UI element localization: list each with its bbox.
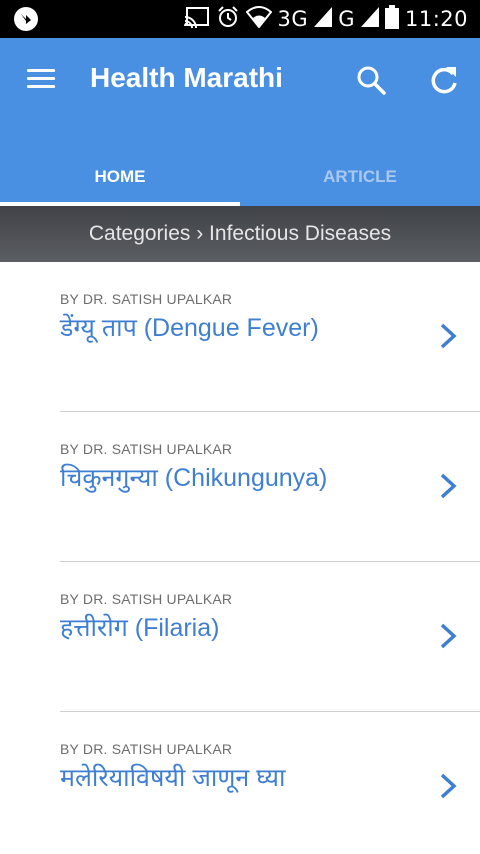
chevron-right-icon — [440, 323, 457, 349]
chevron-right-icon — [440, 623, 457, 649]
breadcrumb: Categories › Infectious Diseases — [0, 206, 480, 262]
article-title: चिकुनगुन्या (Chikungunya) — [60, 464, 328, 492]
clock: 11:20 — [404, 7, 468, 31]
tab-home[interactable]: HOME — [0, 148, 240, 206]
cast-icon — [183, 6, 210, 33]
article-list: BY DR. SATISH UPALKAR डेंग्यू ताप (Dengu… — [0, 262, 480, 854]
tab-home-label: HOME — [94, 167, 146, 186]
status-icons: 3G G 11:20 — [183, 0, 468, 38]
signal-icon — [360, 6, 379, 32]
list-item[interactable]: BY DR. SATISH UPALKAR मलेरियाविषयी जाणून… — [0, 712, 480, 854]
article-title: हत्तीरोग (Filaria) — [60, 614, 220, 642]
article-title: डेंग्यू ताप (Dengue Fever) — [60, 314, 319, 342]
menu-button[interactable] — [24, 65, 58, 93]
article-author: BY DR. SATISH UPALKAR — [60, 741, 233, 757]
list-item[interactable]: BY DR. SATISH UPALKAR हत्तीरोग (Filaria) — [0, 562, 480, 712]
alarm-icon — [216, 5, 240, 34]
chevron-right-icon — [440, 773, 457, 799]
list-item[interactable]: BY DR. SATISH UPALKAR डेंग्यू ताप (Dengu… — [0, 262, 480, 412]
network-g-label: G — [338, 7, 355, 31]
tab-bar: HOME ARTICLE — [0, 148, 480, 206]
status-bar: 3G G 11:20 — [0, 0, 480, 38]
article-author: BY DR. SATISH UPALKAR — [60, 591, 233, 607]
app-notification-icon — [14, 7, 38, 31]
search-button[interactable] — [354, 63, 390, 99]
app-title: Health Marathi — [90, 62, 283, 93]
refresh-button[interactable] — [426, 63, 462, 99]
signal-icon — [314, 6, 333, 32]
tab-article[interactable]: ARTICLE — [240, 148, 480, 206]
wifi-icon — [245, 5, 272, 33]
network-3g-label: 3G — [277, 7, 309, 31]
chevron-right-icon — [440, 473, 457, 499]
refresh-icon — [431, 67, 457, 94]
article-author: BY DR. SATISH UPALKAR — [60, 291, 233, 307]
article-title: मलेरियाविषयी जाणून घ्या — [60, 764, 286, 792]
list-item[interactable]: BY DR. SATISH UPALKAR चिकुनगुन्या (Chiku… — [0, 412, 480, 562]
app-bar: Health Marathi HOME ARTICLE — [0, 38, 480, 206]
battery-icon — [384, 4, 399, 34]
article-author: BY DR. SATISH UPALKAR — [60, 441, 233, 457]
breadcrumb-text: Categories › Infectious Diseases — [88, 222, 392, 245]
menu-icon — [27, 69, 55, 72]
tab-article-label: ARTICLE — [323, 167, 397, 186]
search-icon — [357, 66, 386, 95]
